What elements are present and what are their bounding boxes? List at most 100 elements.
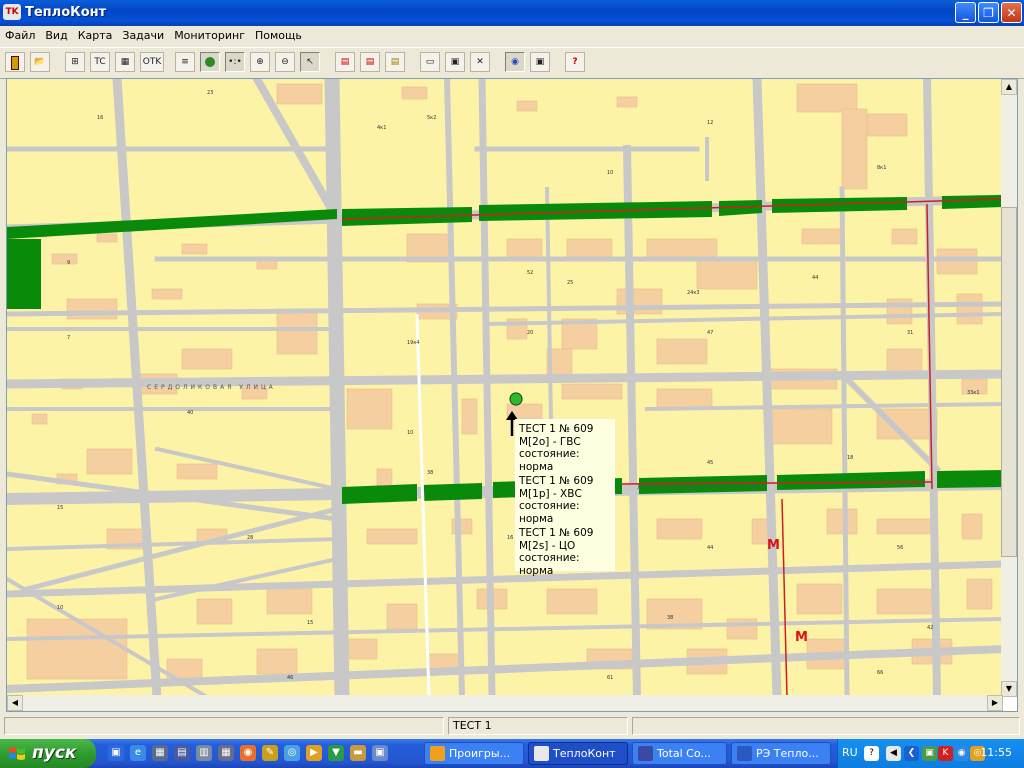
app-tray-icon[interactable]: ◉ xyxy=(954,746,969,761)
vertical-scrollbar[interactable]: ▲ ▼ xyxy=(1001,79,1017,697)
tc-icon[interactable]: TC xyxy=(90,52,110,72)
street-label: ЛЕНИНСКИЙ ПРОСПЕКТ xyxy=(637,484,765,491)
svg-text:56: 56 xyxy=(897,545,903,551)
svg-text:33к1: 33к1 xyxy=(967,390,980,396)
scroll-up-icon[interactable]: ▲ xyxy=(1001,79,1017,95)
report-settings-icon[interactable]: ▤ xyxy=(385,52,405,72)
points-icon[interactable]: •:• xyxy=(225,52,245,72)
document-edit-icon[interactable]: ▣ xyxy=(445,52,465,72)
svg-text:20: 20 xyxy=(527,330,533,336)
svg-text:24к3: 24к3 xyxy=(687,290,700,296)
media-player-icon[interactable]: ▶ xyxy=(306,745,322,761)
pen-icon[interactable]: ✎ xyxy=(262,745,278,761)
taskbar-item-total-commander[interactable]: Total Co... xyxy=(632,742,727,765)
menu-map[interactable]: Карта xyxy=(73,26,118,44)
taskbar-item-word[interactable]: РЭ Тепло... xyxy=(731,742,831,765)
zoom-in-icon[interactable]: ⊕ xyxy=(250,52,270,72)
taskbar-item-player[interactable]: Проигры... xyxy=(424,742,524,765)
exit-icon[interactable] xyxy=(5,52,25,72)
delete-icon[interactable]: ✕ xyxy=(470,52,490,72)
svg-text:42: 42 xyxy=(927,625,933,631)
metro-icon[interactable]: М xyxy=(795,630,808,645)
svg-text:16: 16 xyxy=(97,115,103,121)
filter-icon[interactable]: ▼ xyxy=(328,745,344,761)
svg-text:8к1: 8к1 xyxy=(877,165,886,171)
task-label: ТеплоКонт xyxy=(553,747,616,760)
scroll-right-icon[interactable]: ▶ xyxy=(987,695,1003,711)
tooltip-group: ТЕСТ 1 № 609 М[1р] - ХВС состояние: норм… xyxy=(519,475,614,525)
network-icon[interactable]: ▣ xyxy=(922,746,937,761)
tooltip-status: состояние: норма xyxy=(519,500,580,525)
media-icon[interactable]: ▦ xyxy=(152,745,168,761)
tree-view-icon[interactable]: ⊞ xyxy=(65,52,85,72)
scroll-down-icon[interactable]: ▼ xyxy=(1001,681,1017,697)
status-bar: ТЕСТ 1 xyxy=(0,713,1024,739)
taskbar-item-teplokont[interactable]: ТеплоКонт xyxy=(528,742,628,765)
calculator-icon[interactable]: ▦ xyxy=(218,745,234,761)
menu-tasks[interactable]: Задачи xyxy=(117,26,169,44)
maximize-button[interactable]: ❐ xyxy=(978,2,999,23)
app-icon[interactable]: ◎ xyxy=(284,745,300,761)
task-label: РЭ Тепло... xyxy=(756,747,819,760)
menu-help[interactable]: Помощь xyxy=(250,26,307,44)
tooltip-status: состояние: норма xyxy=(519,552,580,577)
menu-file[interactable]: Файл xyxy=(0,26,40,44)
table-icon[interactable]: ▦ xyxy=(115,52,135,72)
vertical-scroll-thumb[interactable] xyxy=(1001,207,1017,557)
tooltip-device-name: ТЕСТ 1 № 609 xyxy=(519,475,594,487)
internet-explorer-icon[interactable]: e xyxy=(130,745,146,761)
city-map[interactable]: 16 23 4к1 5к2 10 12 8к1 9 52 25 24к3 44 19к4 20 47 3… xyxy=(7,79,1003,697)
folder-icon[interactable]: ▬ xyxy=(350,745,366,761)
tooltip-meter: М[2о] - ГВС xyxy=(519,435,581,448)
close-button[interactable]: ✕ xyxy=(1001,2,1022,23)
volume-icon[interactable]: ◀ xyxy=(886,746,901,761)
show-desktop-icon[interactable]: ▣ xyxy=(108,745,124,761)
map-view-icon[interactable] xyxy=(200,52,220,72)
svg-text:47: 47 xyxy=(707,330,713,336)
open-folder-icon[interactable]: 📂 xyxy=(30,52,50,72)
map-canvas[interactable]: 16 23 4к1 5к2 10 12 8к1 9 52 25 24к3 44 19к4 20 47 3… xyxy=(7,79,1003,697)
status-panel-left xyxy=(4,717,444,735)
svg-text:28: 28 xyxy=(247,535,253,541)
horizontal-scrollbar[interactable]: ◀ ▶ xyxy=(7,695,1003,711)
svg-text:46: 46 xyxy=(287,675,293,681)
minimize-button[interactable]: _ xyxy=(955,2,976,23)
language-indicator[interactable]: RU xyxy=(842,746,858,759)
app-icon[interactable]: ▤ xyxy=(174,745,190,761)
zoom-out-icon[interactable]: ⊖ xyxy=(275,52,295,72)
svg-text:10: 10 xyxy=(607,170,613,176)
svg-text:10: 10 xyxy=(57,605,63,611)
list-icon[interactable]: ≡ xyxy=(175,52,195,72)
otk-button[interactable]: OTK xyxy=(140,52,164,72)
report-icon[interactable]: ▤ xyxy=(335,52,355,72)
help-icon[interactable]: ? xyxy=(864,746,879,761)
help-icon[interactable]: ? xyxy=(565,52,585,72)
report-multi-icon[interactable]: ▤ xyxy=(360,52,380,72)
metro-icon[interactable]: М xyxy=(767,538,780,553)
menu-monitoring[interactable]: Мониторинг xyxy=(169,26,250,44)
pan-icon[interactable]: ↖ xyxy=(300,52,320,72)
network-icon[interactable]: ▣ xyxy=(530,52,550,72)
start-button[interactable]: пуск xyxy=(0,739,96,768)
system-tray: RU ? ◀ ❮ ▣ K ◉ ◎ 11:55 xyxy=(837,739,1024,768)
scroll-left-icon[interactable]: ◀ xyxy=(7,695,23,711)
tooltip-device-name: ТЕСТ 1 № 609 xyxy=(519,423,594,435)
app-icon[interactable]: ▣ xyxy=(372,745,388,761)
device-marker[interactable] xyxy=(509,392,523,406)
antivirus-icon[interactable]: K xyxy=(938,746,953,761)
svg-text:18: 18 xyxy=(847,455,853,461)
street-label: СЕРДОЛИКОВАЯ УЛИЦА xyxy=(147,384,276,391)
globe-icon[interactable]: ◉ xyxy=(505,52,525,72)
firefox-icon[interactable]: ◉ xyxy=(240,745,256,761)
svg-text:45: 45 xyxy=(707,460,713,466)
menu-view[interactable]: Вид xyxy=(40,26,72,44)
tooltip-group: ТЕСТ 1 № 609 М[2о] - ГВС состояние: норм… xyxy=(519,423,614,473)
device-tooltip: ТЕСТ 1 № 609 М[2о] - ГВС состояние: норм… xyxy=(515,419,615,577)
tooltip-meter: М[1р] - ХВС xyxy=(519,487,582,500)
tray-arrow-icon[interactable]: ❮ xyxy=(904,746,919,761)
status-panel-test: ТЕСТ 1 xyxy=(448,717,628,735)
task-label: Total Co... xyxy=(657,747,711,760)
svg-text:25: 25 xyxy=(567,280,573,286)
document-icon[interactable]: ▭ xyxy=(420,52,440,72)
app-icon[interactable]: ▥ xyxy=(196,745,212,761)
